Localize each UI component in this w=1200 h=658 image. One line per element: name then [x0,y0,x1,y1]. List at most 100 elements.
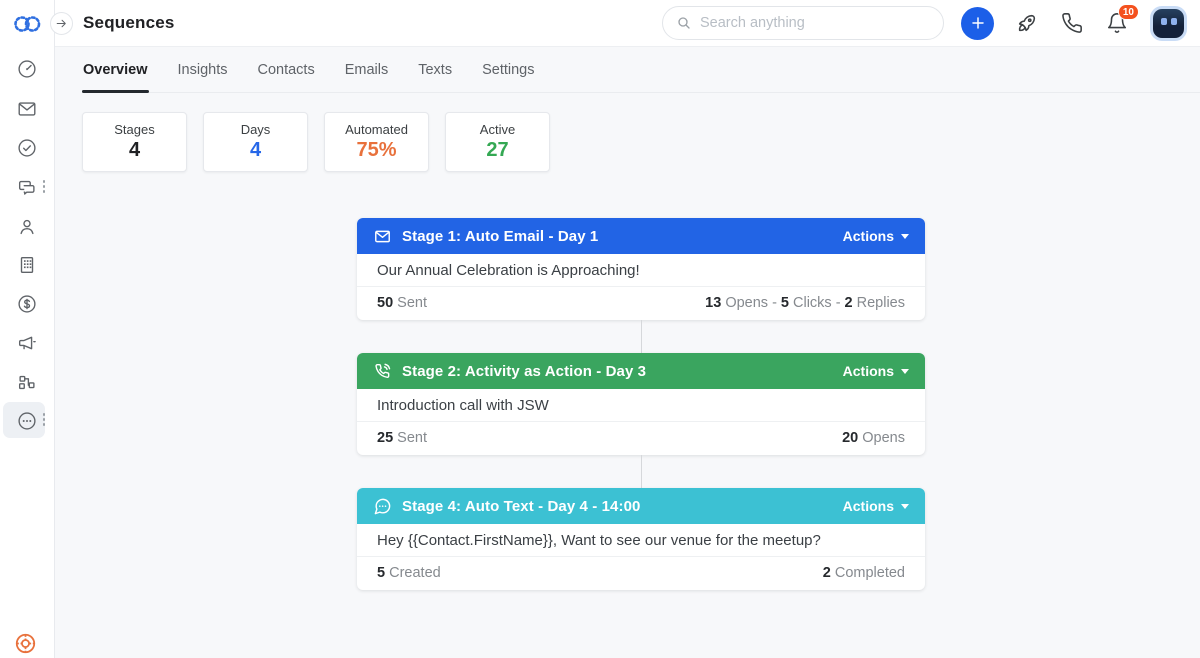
replies-metric: 2 Replies [845,295,905,311]
chat-bubble-icon [373,497,392,516]
sidebar-item-conversations[interactable] [14,175,40,201]
stage-title: Stage 1: Auto Email - Day 1 [402,228,833,245]
content-area: Overview Insights Contacts Emails Texts … [55,47,1200,658]
stat-card-active: Active 27 [445,112,550,172]
check-circle-icon [16,137,38,159]
notification-badge: 10 [1118,4,1139,20]
sidebar [0,0,55,658]
tab-contacts[interactable]: Contacts [256,47,315,92]
sent-metric: 25 Sent [377,430,427,446]
sidebar-item-more[interactable] [14,408,40,434]
stage-3-actions-button[interactable]: Actions [843,498,909,514]
add-button[interactable] [961,7,994,40]
stat-value: 75% [356,139,396,162]
more-kebab-menu-icon[interactable] [42,413,46,426]
metric-separator: - [772,295,777,311]
ellipsis-circle-icon [16,410,38,432]
sent-metric: 50 Sent [377,295,427,311]
help-buoy-icon [13,631,38,656]
stat-label: Stages [114,122,154,137]
building-icon [16,254,38,276]
plus-icon [970,15,986,31]
dollar-circle-icon [16,293,38,315]
stage-title: Stage 2: Activity as Action - Day 3 [402,363,833,380]
app-window: Sequences [0,0,1200,658]
actions-label: Actions [843,498,894,514]
completed-metric: 2 Completed [823,565,905,581]
actions-label: Actions [843,363,894,379]
person-icon [16,216,38,238]
dashboard-icon [16,58,38,80]
stage-connector [641,455,642,488]
stage-title: Stage 4: Auto Text - Day 4 - 14:00 [402,498,833,515]
bot-avatar[interactable] [1153,9,1184,38]
sidebar-item-help[interactable] [13,631,38,658]
arrow-right-icon [55,17,68,30]
calls-button[interactable] [1060,11,1084,35]
stage-card-2: Stage 2: Activity as Action - Day 3 Acti… [357,353,925,455]
stage-1-footer: 50 Sent 13 Opens-5 Clicks-2 Replies [357,286,925,320]
stage-3-footer: 5 Created 2 Completed [357,556,925,590]
stat-label: Days [241,122,271,137]
sidebar-collapse-toggle[interactable] [50,12,73,35]
stage-2-footer: 25 Sent 20 Opens [357,421,925,455]
chain-links-logo-icon [11,13,44,35]
phone-icon [1061,12,1083,34]
tab-overview[interactable]: Overview [82,47,149,92]
sidebar-item-approvals[interactable] [14,135,40,161]
conversations-kebab-menu-icon[interactable] [42,180,46,193]
sidebar-item-workflow[interactable] [14,369,40,395]
stat-card-automated: Automated 75% [324,112,429,172]
stage-3-header[interactable]: Stage 4: Auto Text - Day 4 - 14:00 Actio… [357,488,925,524]
rocket-icon [1016,12,1038,34]
stage-1-header[interactable]: Stage 1: Auto Email - Day 1 Actions [357,218,925,254]
actions-label: Actions [843,228,894,244]
global-search[interactable] [662,6,944,40]
search-input[interactable] [700,15,930,31]
envelope-icon [373,227,392,246]
sidebar-item-mail[interactable] [14,96,40,122]
sidebar-item-dashboard[interactable] [14,56,40,82]
chevron-down-icon [901,369,909,374]
tab-insights[interactable]: Insights [177,47,229,92]
tab-settings[interactable]: Settings [481,47,535,92]
app-logo[interactable] [11,13,44,40]
stage-3-subject: Hey {{Contact.FirstName}}, Want to see o… [357,524,925,556]
stage-card-1: Stage 1: Auto Email - Day 1 Actions Our … [357,218,925,320]
workflow-icon [16,371,38,393]
sidebar-item-campaigns[interactable] [14,330,40,356]
mail-icon [16,98,38,120]
stat-value: 4 [129,139,140,162]
sequence-pipeline: Stage 1: Auto Email - Day 1 Actions Our … [357,218,925,590]
stat-card-stages: Stages 4 [82,112,187,172]
stat-value: 4 [250,139,261,162]
stats-row: Stages 4 Days 4 Automated 75% Active 27 [82,112,1200,172]
stat-label: Active [480,122,515,137]
header-actions: 10 [961,7,1184,40]
stat-value: 27 [486,139,508,162]
stat-card-days: Days 4 [203,112,308,172]
sidebar-item-finance[interactable] [14,291,40,317]
stage-2-header[interactable]: Stage 2: Activity as Action - Day 3 Acti… [357,353,925,389]
notifications-button[interactable]: 10 [1105,11,1129,35]
megaphone-icon [16,332,38,354]
stage-2-actions-button[interactable]: Actions [843,363,909,379]
opens-metric: 20 Opens [842,430,905,446]
sidebar-item-company[interactable] [14,252,40,278]
engagement-metrics: 13 Opens-5 Clicks-2 Replies [705,295,905,311]
stat-label: Automated [345,122,408,137]
page-title: Sequences [83,13,175,33]
created-metric: 5 Created [377,565,441,581]
tab-texts[interactable]: Texts [417,47,453,92]
sidebar-item-contacts[interactable] [14,214,40,240]
clicks-metric: 5 Clicks [781,295,832,311]
chevron-down-icon [901,504,909,509]
tab-emails[interactable]: Emails [344,47,390,92]
stage-1-actions-button[interactable]: Actions [843,228,909,244]
top-header: Sequences [55,0,1200,47]
launch-button[interactable] [1015,11,1039,35]
stage-2-subject: Introduction call with JSW [357,389,925,421]
phone-call-icon [373,362,392,381]
tab-bar: Overview Insights Contacts Emails Texts … [82,47,1200,93]
stage-1-subject: Our Annual Celebration is Approaching! [357,254,925,286]
